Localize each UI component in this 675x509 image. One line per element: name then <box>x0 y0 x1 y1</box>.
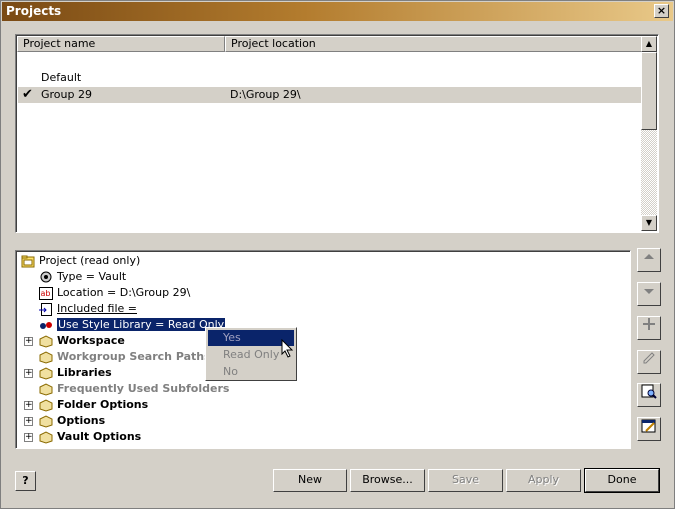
menu-item-no[interactable]: No <box>208 364 294 380</box>
tree-group-label: Options <box>57 414 106 427</box>
tree-root-project[interactable]: Project (read only) <box>21 253 140 269</box>
tree-root-label: Project (read only) <box>39 254 141 267</box>
tree-group-label: Workgroup Search Paths <box>57 350 211 363</box>
project-row-group-29[interactable]: ✔ Group 29 D:\Group 29\ <box>18 87 642 103</box>
style-library-icon <box>40 321 52 329</box>
project-folder-icon <box>21 255 35 267</box>
add-icon <box>643 318 655 330</box>
tree-group-options[interactable]: + Options <box>24 413 105 429</box>
folder-options-icon <box>39 398 53 412</box>
folder-options-icon <box>39 414 53 428</box>
tree-group-vault-options[interactable]: + Vault Options <box>24 429 141 445</box>
find-icon <box>641 384 657 399</box>
close-button[interactable]: × <box>654 4 669 18</box>
move-up-icon <box>644 254 654 259</box>
projects-list-scrollbar[interactable]: ▲ ▼ <box>641 36 657 231</box>
tree-item-label: Type = Vault <box>57 270 127 283</box>
tree-item-label: Included file = <box>57 302 137 315</box>
tree-item-type[interactable]: Type = Vault <box>39 269 126 285</box>
active-project-checkmark-icon: ✔ <box>22 87 33 102</box>
tree-item-label: Location = D:\Group 29\ <box>57 286 191 299</box>
scroll-down-arrow-icon[interactable]: ▼ <box>641 215 657 231</box>
project-name: Default <box>41 71 82 84</box>
folder-options-icon <box>39 430 53 444</box>
scroll-thumb[interactable] <box>641 52 657 130</box>
tree-group-label: Libraries <box>57 366 112 379</box>
move-up-button[interactable] <box>637 248 661 272</box>
title-bar[interactable]: Projects × <box>2 2 673 21</box>
move-down-button[interactable] <box>637 282 661 306</box>
svg-text:ab: ab <box>41 289 51 298</box>
expand-plus-icon[interactable]: + <box>24 401 33 410</box>
properties-button[interactable] <box>637 417 661 441</box>
move-down-icon <box>644 289 654 294</box>
browse-button[interactable]: Browse... <box>350 469 425 492</box>
column-header-project-name[interactable]: Project name <box>17 36 225 52</box>
edit-icon <box>643 352 655 364</box>
save-button[interactable]: Save <box>428 469 503 492</box>
add-path-button[interactable] <box>637 316 661 340</box>
included-file-icon <box>39 302 52 316</box>
apply-button[interactable]: Apply <box>506 469 581 492</box>
properties-icon <box>641 419 656 433</box>
folder-options-icon <box>39 334 53 348</box>
expand-plus-icon[interactable]: + <box>24 337 33 346</box>
tree-group-workgroup-search-paths[interactable]: Workgroup Search Paths <box>39 349 211 365</box>
help-button[interactable]: ? <box>15 471 36 491</box>
tree-group-label: Vault Options <box>57 430 142 443</box>
tree-group-folder-options[interactable]: + Folder Options <box>24 397 148 413</box>
tree-group-label: Folder Options <box>57 398 149 411</box>
folder-options-icon <box>39 350 53 364</box>
tree-group-workspace[interactable]: + Workspace <box>24 333 125 349</box>
folder-options-icon <box>39 382 53 396</box>
done-button[interactable]: Done <box>584 468 660 493</box>
tree-item-label-selected: Use Style Library = Read Only <box>55 317 227 332</box>
tree-group-label: Workspace <box>57 334 125 347</box>
tree-group-label: Frequently Used Subfolders <box>57 382 230 395</box>
project-row-default[interactable]: Default <box>18 70 642 86</box>
location-ab-icon: ab <box>39 286 53 300</box>
mouse-cursor-icon <box>281 339 294 358</box>
column-header-project-location[interactable]: Project location <box>225 36 643 52</box>
tree-item-included-file[interactable]: Included file = <box>39 301 137 317</box>
vault-type-icon <box>40 271 52 282</box>
tree-item-location[interactable]: ab Location = D:\Group 29\ <box>39 285 190 301</box>
project-settings-tree[interactable]: Project (read only) Type = Vault ab Locat… <box>15 250 631 449</box>
projects-list[interactable]: Project name Project location Default ✔ … <box>15 34 659 233</box>
project-name: Group 29 <box>41 88 92 101</box>
edit-button[interactable] <box>637 350 661 374</box>
new-button[interactable]: New <box>273 469 347 492</box>
tree-group-libraries[interactable]: + Libraries <box>24 365 112 381</box>
project-location: D:\Group 29\ <box>230 88 301 101</box>
find-button[interactable] <box>637 383 661 407</box>
folder-options-icon <box>39 366 53 380</box>
expand-plus-icon[interactable]: + <box>24 417 33 426</box>
tree-item-style-library[interactable]: Use Style Library = Read Only <box>39 317 227 333</box>
expand-plus-icon[interactable]: + <box>24 433 33 442</box>
scroll-up-arrow-icon[interactable]: ▲ <box>641 36 657 52</box>
expand-plus-icon[interactable]: + <box>24 369 33 378</box>
window-title: Projects <box>6 4 62 18</box>
tree-group-frequently-used-subfolders[interactable]: Frequently Used Subfolders <box>39 381 229 397</box>
